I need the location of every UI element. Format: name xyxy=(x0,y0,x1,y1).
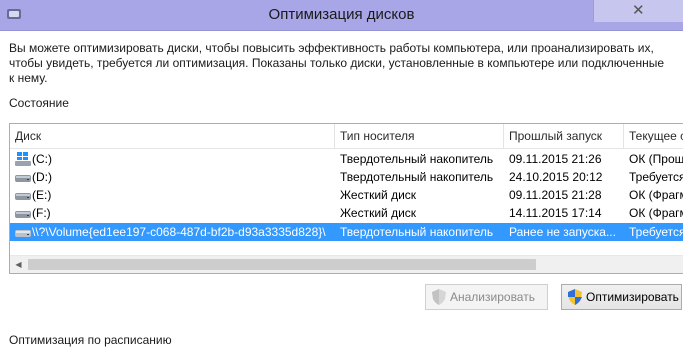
last-run: 09.11.2015 21:26 xyxy=(509,152,602,166)
last-run: 24.10.2015 20:12 xyxy=(509,170,603,184)
drive-name: (D:) xyxy=(32,170,52,184)
last-run: 09.11.2015 21:28 xyxy=(509,188,602,202)
title-bar: Оптимизация дисков ✕ xyxy=(0,0,683,31)
optimize-button[interactable]: Оптимизировать xyxy=(561,284,682,310)
drive-icon xyxy=(15,230,31,237)
media-type: Жесткий диск xyxy=(340,188,417,202)
table-row[interactable]: (D:) Твердотельный накопитель 24.10.2015… xyxy=(10,168,683,186)
media-type: Жесткий диск xyxy=(340,206,417,220)
column-header-drive[interactable]: Диск xyxy=(10,124,335,148)
media-type: Твердотельный накопитель xyxy=(340,152,494,166)
last-run: 14.11.2015 17:14 xyxy=(509,206,602,220)
windows-drive-icon xyxy=(15,152,31,166)
uac-shield-icon xyxy=(432,289,446,305)
table-row-selected[interactable]: \\?\Volume{ed1ee197-c068-487d-bf2b-d93a3… xyxy=(10,223,683,241)
table-row[interactable]: (C:) Твердотельный накопитель 09.11.2015… xyxy=(10,150,683,168)
drive-name: (C:) xyxy=(32,152,52,166)
current-status: ОК (Фрагм xyxy=(629,206,683,220)
close-button[interactable]: ✕ xyxy=(593,0,683,22)
last-run: Ранее не запуска... xyxy=(509,225,616,239)
horizontal-scrollbar[interactable]: ◀ xyxy=(10,255,683,273)
close-icon: ✕ xyxy=(632,2,645,19)
drive-name: (F:) xyxy=(32,206,51,220)
description-text: Вы можете оптимизировать диски, чтобы по… xyxy=(9,41,665,85)
scroll-left-arrow-icon[interactable]: ◀ xyxy=(10,256,27,273)
analyze-button[interactable]: Анализировать xyxy=(425,284,548,310)
window-title: Оптимизация дисков xyxy=(268,6,415,23)
media-type: Твердотельный накопитель xyxy=(340,225,494,239)
media-type: Твердотельный накопитель xyxy=(340,170,494,184)
current-status: ОК (Фрагм xyxy=(629,188,683,202)
drive-icon xyxy=(15,175,31,182)
scrollbar-thumb[interactable] xyxy=(28,259,536,270)
drive-name: \\?\Volume{ed1ee197-c068-487d-bf2b-d93a3… xyxy=(32,225,326,239)
drive-name: (E:) xyxy=(32,188,52,202)
optimize-button-label: Оптимизировать xyxy=(586,290,679,304)
drive-icon xyxy=(15,211,31,218)
current-status: ОК (Проще xyxy=(629,152,683,166)
table-row[interactable]: (F:) Жесткий диск 14.11.2015 17:14 ОК (Ф… xyxy=(10,204,683,222)
column-header-media-type[interactable]: Тип носителя xyxy=(335,124,504,148)
current-status: Требуется xyxy=(629,170,683,184)
column-header-last-run[interactable]: Прошлый запуск xyxy=(504,124,624,148)
status-section-label: Состояние xyxy=(9,96,69,110)
column-header-current-status[interactable]: Текущее с xyxy=(624,124,683,148)
table-row[interactable]: (E:) Жесткий диск 09.11.2015 21:28 ОК (Ф… xyxy=(10,186,683,204)
drive-icon xyxy=(15,193,31,200)
list-header: Диск Тип носителя Прошлый запуск Текущее… xyxy=(10,124,683,149)
analyze-button-label: Анализировать xyxy=(450,290,535,304)
drives-list[interactable]: Диск Тип носителя Прошлый запуск Текущее… xyxy=(9,123,683,274)
current-status: Требуется xyxy=(629,225,683,239)
uac-shield-icon xyxy=(568,289,582,305)
